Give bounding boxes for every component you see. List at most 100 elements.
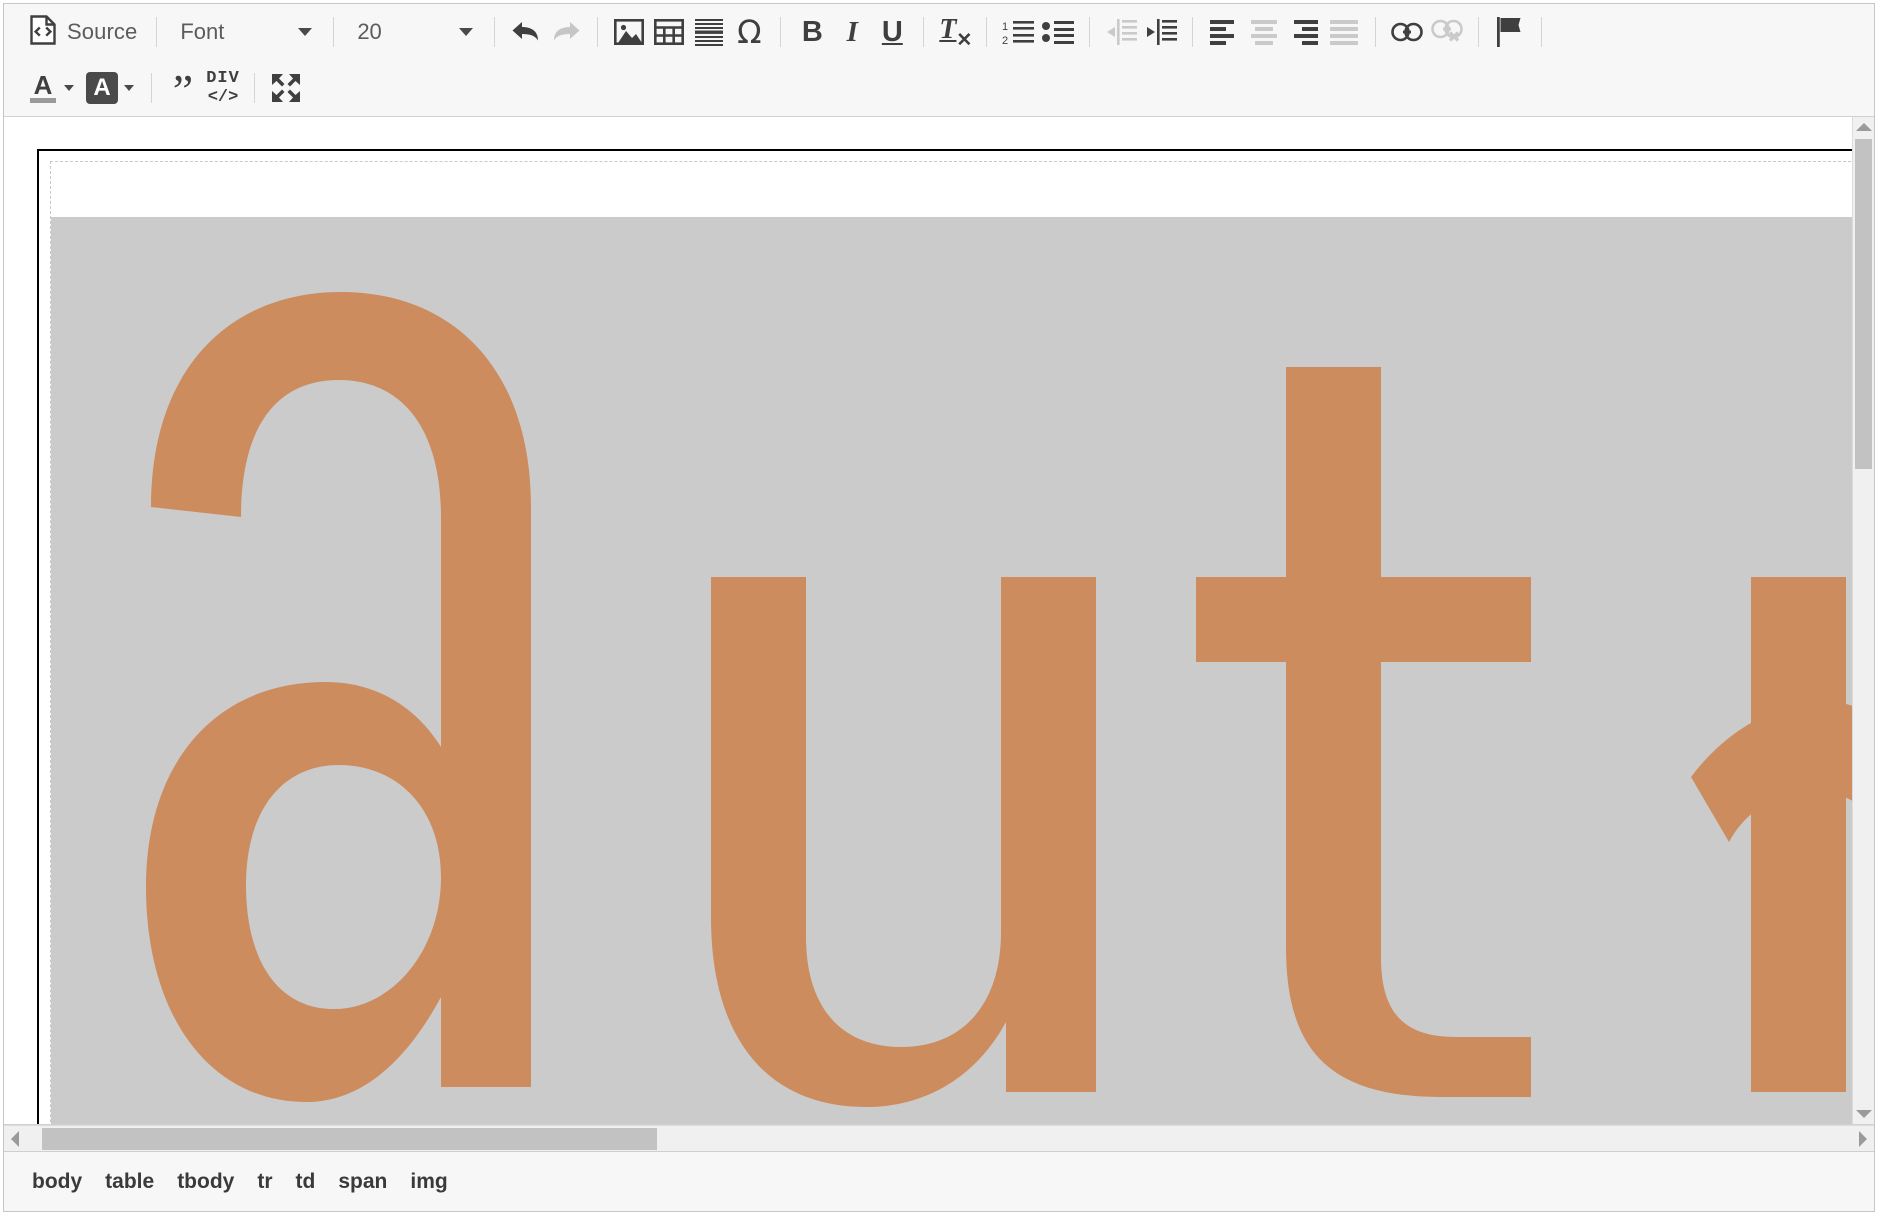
table-button[interactable]: [649, 12, 689, 52]
div-container-button[interactable]: DIV </>: [203, 68, 243, 108]
font-family-value: Font: [180, 19, 225, 44]
numbered-list-button[interactable]: 1 2: [998, 12, 1038, 52]
inserted-image[interactable]: [51, 217, 1852, 1124]
image-content: [51, 217, 1852, 1117]
numbered-list-icon: 1 2: [1002, 19, 1035, 45]
redo-icon: [550, 17, 582, 47]
align-left-icon: [1209, 19, 1239, 45]
font-size-value: 20: [357, 19, 382, 44]
redo-button[interactable]: [546, 12, 586, 52]
link-icon: [1391, 21, 1424, 43]
elements-path-item-img[interactable]: img: [410, 1170, 447, 1194]
table-icon: [654, 19, 685, 45]
image-button[interactable]: [609, 12, 649, 52]
maximize-icon: [271, 73, 301, 103]
editor-toolbar: Source Font 20 Ω B I U T ✕ 1 2 A A ” DIV…: [4, 4, 1874, 117]
chevron-down-icon: [124, 85, 134, 91]
elements-path-item-body[interactable]: body: [32, 1170, 82, 1194]
elements-path-item-table[interactable]: table: [105, 1170, 154, 1194]
horizontal-rule-button[interactable]: [689, 12, 729, 52]
horizontal-scrollbar-thumb[interactable]: [42, 1128, 657, 1150]
align-left-button[interactable]: [1204, 12, 1244, 52]
div-icon-bottom: </>: [207, 88, 239, 107]
elements-path-item-tr[interactable]: tr: [257, 1170, 272, 1194]
maximize-button[interactable]: [266, 68, 306, 108]
text-color-button[interactable]: A: [22, 68, 80, 108]
quote-icon: ”: [172, 65, 194, 116]
toolbar-separator: [333, 17, 335, 47]
toolbar-separator: [151, 73, 152, 103]
align-right-icon: [1289, 19, 1319, 45]
toolbar-separator: [1375, 17, 1377, 47]
toolbar-separator: [254, 73, 255, 103]
background-color-button[interactable]: A: [80, 68, 140, 108]
div-icon-top: DIV: [206, 69, 240, 88]
toolbar-separator: [923, 17, 925, 47]
align-center-button[interactable]: [1244, 12, 1284, 52]
bulleted-list-button[interactable]: [1038, 12, 1078, 52]
indent-button[interactable]: [1141, 12, 1181, 52]
scroll-down-button[interactable]: [1853, 1104, 1874, 1124]
blockquote-button[interactable]: ”: [163, 65, 203, 116]
elements-path-item-tbody[interactable]: tbody: [177, 1170, 234, 1194]
scroll-left-button[interactable]: [4, 1126, 26, 1151]
anchor-flag-icon: [1497, 17, 1523, 47]
source-icon: [30, 14, 56, 50]
toolbar-separator: [597, 17, 599, 47]
ckeditor-window: Source Font 20 Ω B I U T ✕ 1 2 A A ” DIV…: [3, 3, 1875, 1212]
chevron-down-icon: [64, 85, 74, 91]
toolbar-separator: [986, 17, 988, 47]
toolbar-separator: [156, 17, 158, 47]
horizontal-scrollbar[interactable]: [4, 1125, 1874, 1152]
italic-button[interactable]: I: [832, 12, 872, 52]
image-icon: [614, 18, 645, 46]
unlink-button[interactable]: [1427, 12, 1467, 52]
toolbar-separator: [494, 17, 496, 47]
elements-path-item-td[interactable]: td: [296, 1170, 316, 1194]
div-icon: DIV </>: [206, 70, 240, 106]
justify-button[interactable]: [1324, 12, 1364, 52]
align-center-icon: [1249, 19, 1279, 45]
special-character-button[interactable]: Ω: [729, 12, 769, 52]
source-button[interactable]: Source: [22, 12, 145, 52]
undo-button[interactable]: [506, 12, 546, 52]
toolbar-separator: [1541, 17, 1543, 47]
toolbar-row-1: Source Font 20 Ω B I U T ✕ 1 2: [4, 4, 1874, 60]
bold-icon: B: [801, 15, 823, 48]
chevron-down-icon: [298, 28, 313, 36]
scroll-up-button[interactable]: [1853, 117, 1874, 137]
scroll-right-button[interactable]: [1852, 1126, 1874, 1151]
font-family-combo[interactable]: Font: [168, 12, 322, 52]
triangle-left-icon: [11, 1130, 19, 1147]
font-size-combo[interactable]: 20: [345, 12, 483, 52]
remove-format-button[interactable]: T ✕: [935, 12, 975, 52]
bold-button[interactable]: B: [792, 12, 832, 52]
toolbar-separator: [780, 17, 782, 47]
chevron-down-icon: [459, 28, 474, 36]
triangle-up-icon: [1856, 123, 1872, 131]
link-button[interactable]: [1387, 12, 1427, 52]
remove-format-icon: T ✕: [939, 14, 973, 51]
svg-text:2: 2: [1002, 35, 1008, 45]
background-color-glyph: A: [93, 74, 111, 101]
editable-document[interactable]: [4, 117, 1852, 1124]
toolbar-row-2: A A ” DIV </>: [4, 60, 1874, 116]
align-right-button[interactable]: [1284, 12, 1324, 52]
italic-icon: I: [846, 15, 858, 48]
vertical-scrollbar-thumb[interactable]: [1855, 139, 1872, 469]
svg-text:1: 1: [1002, 21, 1008, 33]
vertical-scrollbar[interactable]: [1852, 117, 1874, 1124]
justify-icon: [1329, 19, 1359, 45]
undo-icon: [510, 17, 542, 47]
text-color-icon: A: [28, 72, 58, 104]
anchor-button[interactable]: [1490, 12, 1530, 52]
table-cell[interactable]: [50, 161, 1852, 1124]
horizontal-rule-icon: [695, 18, 724, 46]
underline-icon: U: [881, 15, 903, 48]
elements-path-item-span[interactable]: span: [338, 1170, 387, 1194]
underline-button[interactable]: U: [872, 12, 912, 52]
document-table[interactable]: [37, 149, 1852, 1124]
toolbar-separator: [1478, 17, 1480, 47]
elements-path-bar: body table tbody tr td span img: [4, 1152, 1874, 1211]
outdent-button[interactable]: [1101, 12, 1141, 52]
